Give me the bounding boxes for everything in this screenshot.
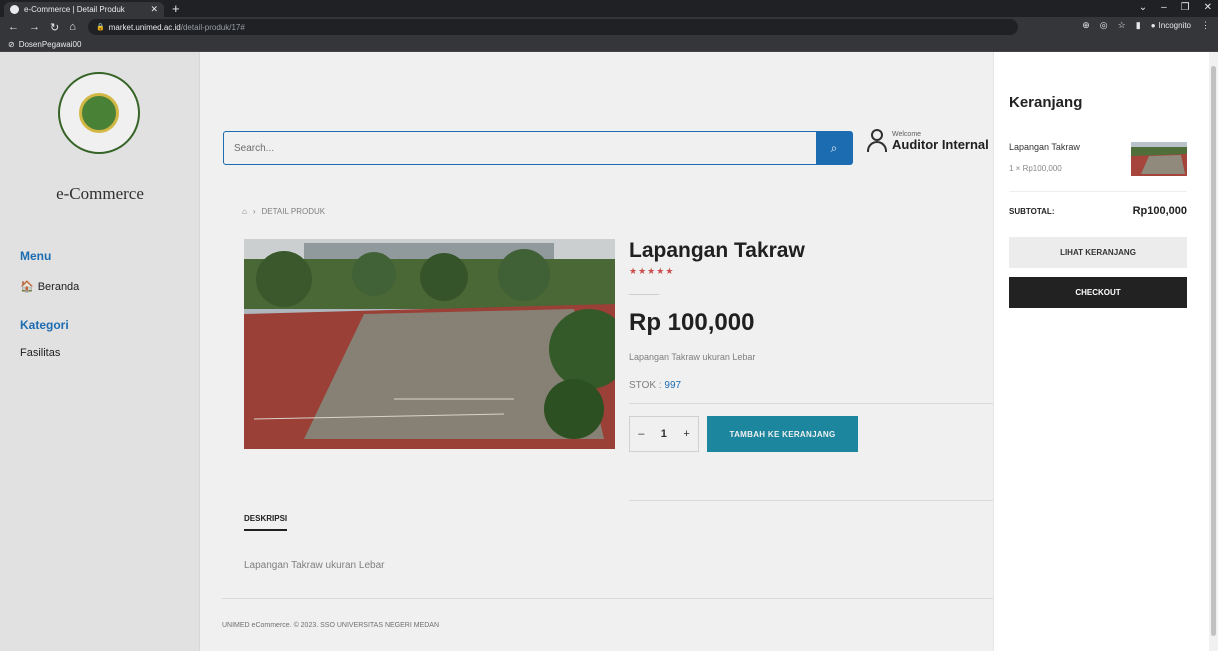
stock-info: STOK : 997	[629, 380, 681, 391]
sidebar-item-fasilitas[interactable]: Fasilitas	[20, 347, 60, 359]
incognito-indicator[interactable]: ● Incognito	[1151, 21, 1191, 30]
close-cart-icon[interactable]: ✕	[962, 84, 975, 104]
search-button[interactable]: ⌕	[816, 132, 852, 164]
star-icon[interactable]: ☆	[1118, 20, 1126, 31]
stock-label: STOK :	[629, 380, 662, 391]
bookmark-icon: ⊘	[8, 39, 15, 49]
product-title: Lapangan Takraw	[629, 239, 805, 262]
quantity-stepper: – 1 +	[629, 416, 699, 452]
rating-stars: ★★★★★	[629, 266, 674, 277]
incognito-label: Incognito	[1158, 21, 1191, 30]
star-icon: ★	[665, 266, 675, 276]
breadcrumb: ⌂ › DETAIL PRODUK	[242, 207, 325, 216]
new-tab-button[interactable]: +	[172, 1, 180, 16]
sidebar-item-beranda[interactable]: 🏠 Beranda	[20, 280, 80, 294]
menu-heading: Menu	[20, 249, 52, 263]
minimize-button[interactable]: –	[1161, 2, 1167, 13]
add-to-cart-button[interactable]: TAMBAH KE KERANJANG	[707, 416, 858, 452]
restore-button[interactable]: ❐	[1181, 2, 1190, 13]
cart-drawer: Keranjang Lapangan Takraw 1 × Rp100,000 …	[993, 52, 1209, 651]
browser-tab[interactable]: e-Commerce | Detail Produk ✕	[4, 2, 164, 17]
stock-value: 997	[664, 380, 682, 391]
close-tab-icon[interactable]: ✕	[150, 4, 158, 15]
cart-item-thumbnail[interactable]	[1131, 142, 1187, 176]
divider	[629, 294, 659, 295]
logo-emblem-icon	[79, 93, 119, 133]
category-heading: Kategori	[20, 318, 69, 332]
view-cart-button[interactable]: LIHAT KERANJANG	[1009, 237, 1187, 268]
increment-button[interactable]: +	[683, 428, 689, 440]
home-icon[interactable]: ⌂	[242, 207, 247, 216]
footer-text: UNIMED eCommerce. © 2023. SSO UNIVERSITA…	[222, 622, 440, 629]
sidebar-item-label: Fasilitas	[20, 347, 61, 359]
eye-off-icon[interactable]: ◎	[1100, 20, 1108, 31]
cart-item-qty-price: 1 × Rp100,000	[1009, 164, 1062, 173]
scrollbar-thumb[interactable]	[1211, 66, 1216, 636]
bookmarks-bar: ⊘ DosenPegawai00	[0, 37, 1218, 52]
back-icon[interactable]: ←	[8, 21, 19, 34]
page: e-Commerce Menu 🏠 Beranda Kategori Fasil…	[0, 52, 1218, 651]
browser-tabstrip: e-Commerce | Detail Produk ✕ + ⌄ – ❐ ✕	[0, 0, 1218, 17]
unimed-logo[interactable]	[58, 72, 140, 154]
menu-icon[interactable]: ⋮	[1201, 20, 1210, 31]
url-field[interactable]: 🔒 market.unimed.ac.id/detail-produk/17#	[88, 19, 1018, 35]
reload-icon[interactable]: ↻	[50, 21, 59, 34]
search-box: ⌕	[223, 131, 853, 165]
sidebar-item-label: Beranda	[37, 280, 80, 293]
chevron-down-icon[interactable]: ⌄	[1139, 2, 1147, 13]
forward-icon[interactable]: →	[29, 21, 40, 34]
search-input[interactable]	[224, 132, 816, 164]
cart-item-name[interactable]: Lapangan Takraw	[1009, 142, 1080, 152]
product-short-description: Lapangan Takraw ukuran Lebar	[629, 352, 756, 362]
user-icon	[866, 129, 888, 153]
url-path: /detail-produk/17#	[180, 22, 245, 32]
chevron-right-icon: ›	[252, 207, 256, 216]
user-name: Auditor Internal	[892, 137, 989, 152]
divider	[1009, 191, 1187, 192]
brand-name: e-Commerce	[56, 184, 144, 203]
left-sidebar: e-Commerce Menu 🏠 Beranda Kategori Fasil…	[0, 52, 200, 651]
cart-title: Keranjang	[1009, 94, 1083, 111]
user-account[interactable]: Welcome Auditor Internal	[866, 129, 989, 153]
star-icon: ★	[629, 266, 639, 276]
favicon-icon	[10, 5, 19, 14]
window-controls: ⌄ – ❐ ✕	[1139, 2, 1212, 13]
breadcrumb-current: DETAIL PRODUK	[261, 207, 326, 216]
divider	[629, 403, 993, 404]
header: ⌕ Welcome Auditor Internal	[200, 112, 993, 182]
home-icon[interactable]: ⌂	[69, 21, 76, 34]
scrollbar[interactable]	[1209, 52, 1218, 651]
star-icon: ★	[638, 266, 648, 276]
divider	[222, 598, 993, 599]
star-icon: ★	[656, 266, 666, 276]
checkout-button[interactable]: CHECKOUT	[1009, 277, 1187, 308]
description-text: Lapangan Takraw ukuran Lebar	[244, 560, 385, 571]
bookmark-item[interactable]: DosenPegawai00	[19, 40, 82, 49]
url-host: market.unimed.ac.id	[108, 22, 181, 32]
search-icon: ⌕	[830, 140, 838, 155]
zoom-icon[interactable]: ⊕	[1082, 20, 1090, 31]
lock-icon: 🔒	[96, 24, 105, 31]
close-window-button[interactable]: ✕	[1204, 2, 1212, 13]
decrement-button[interactable]: –	[638, 428, 644, 440]
tab-title: e-Commerce | Detail Produk	[24, 5, 125, 14]
quantity-value[interactable]: 1	[661, 428, 667, 440]
tab-description[interactable]: DESKRIPSI	[244, 514, 288, 531]
star-icon: ★	[647, 266, 657, 276]
incognito-icon: ●	[1150, 21, 1156, 30]
product-image[interactable]	[244, 239, 615, 449]
subtotal-value: Rp100,000	[1132, 205, 1187, 217]
sidepanel-icon[interactable]: ▮	[1136, 20, 1141, 31]
address-bar-row: ← → ↻ ⌂ 🔒 market.unimed.ac.id/detail-pro…	[0, 17, 1218, 37]
home-icon: 🏠	[20, 281, 34, 293]
subtotal-label: SUBTOTAL:	[1009, 207, 1055, 216]
product-price: Rp 100,000	[629, 309, 755, 336]
divider	[629, 500, 993, 501]
